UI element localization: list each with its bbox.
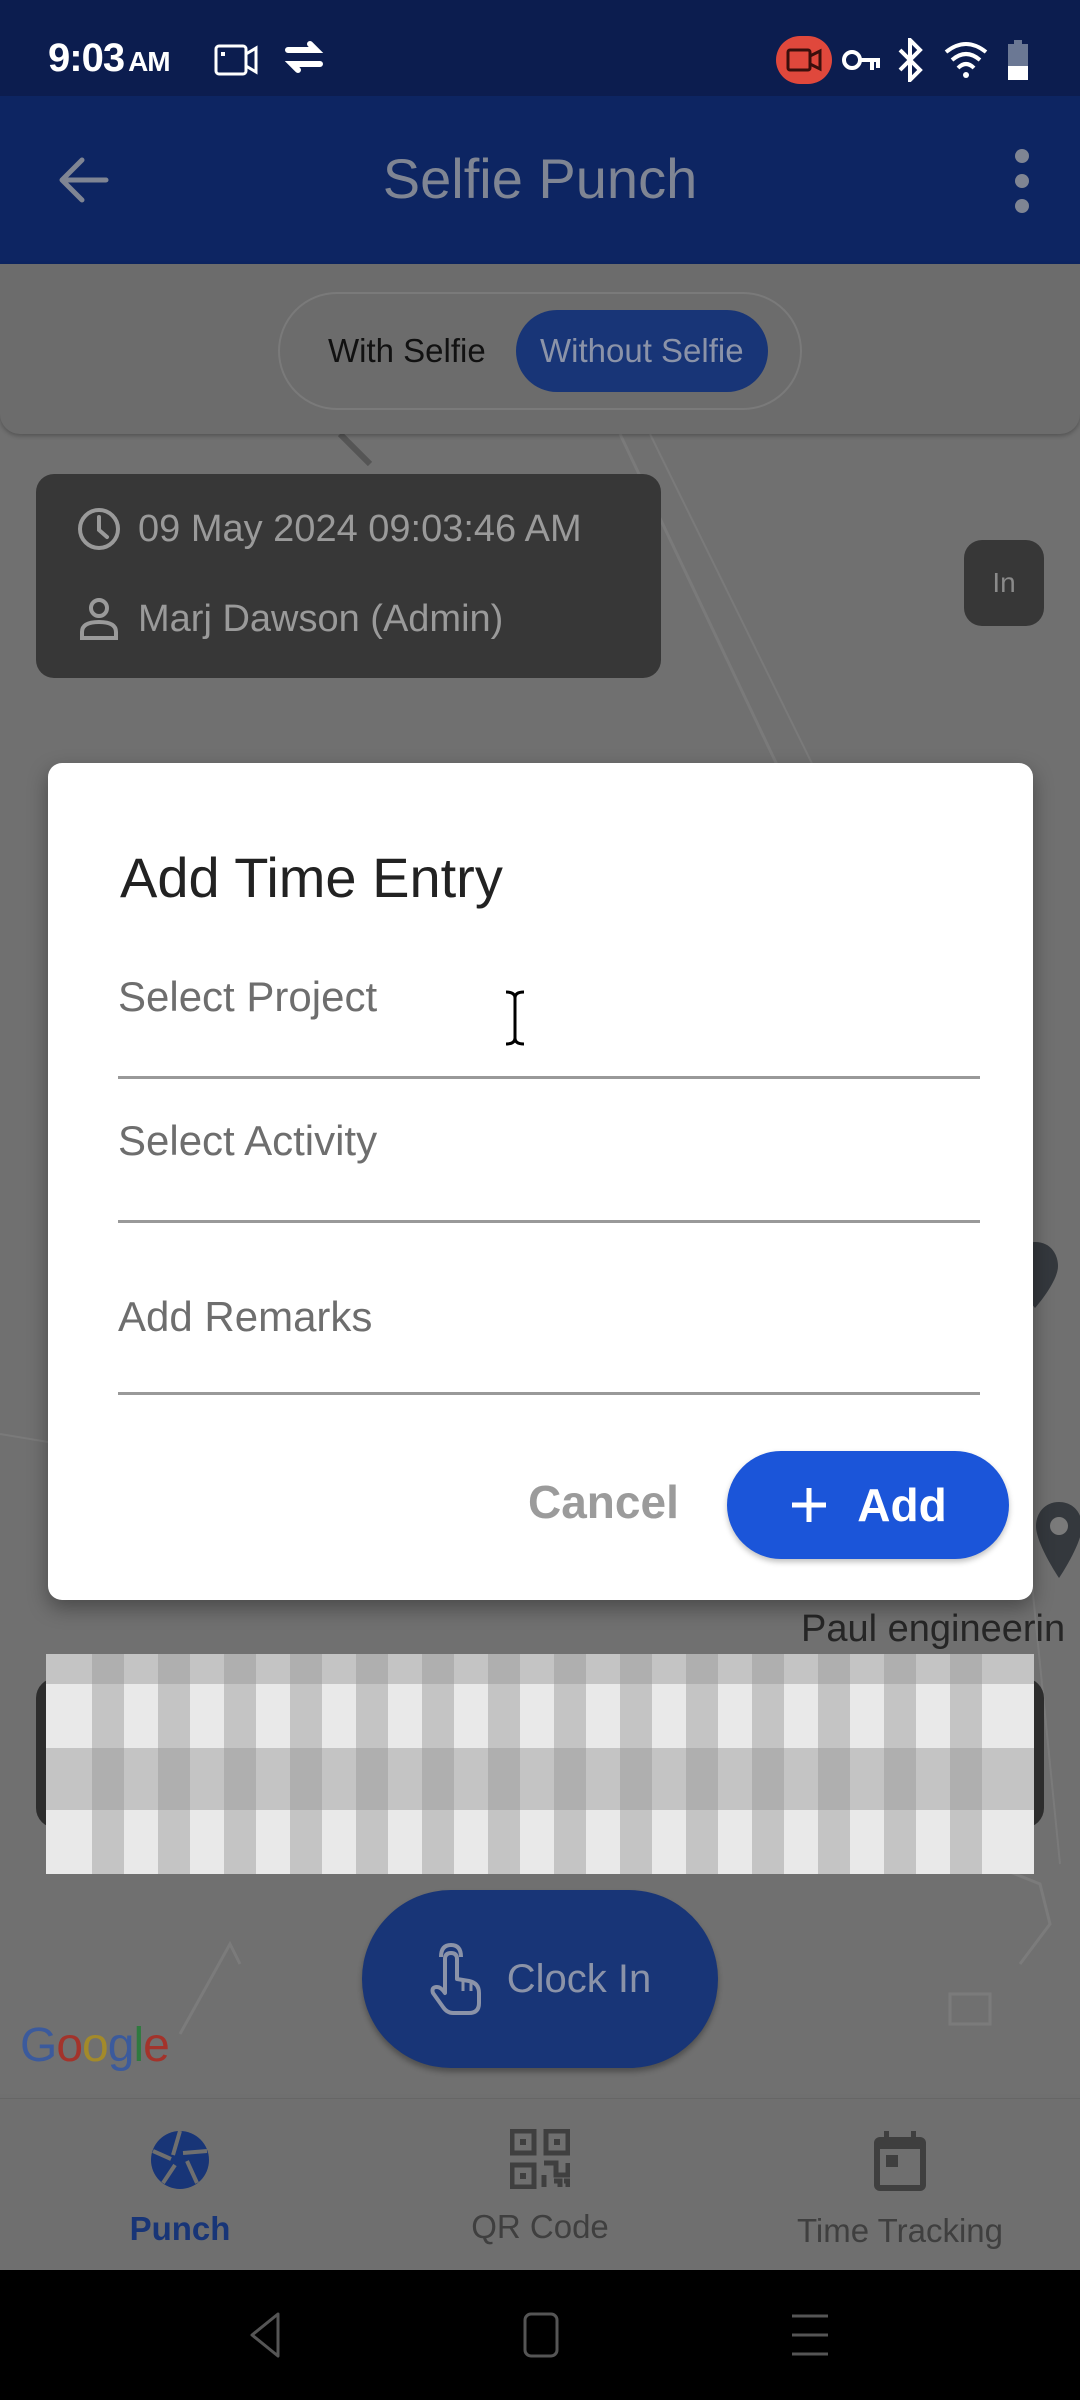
toggle-with-selfie[interactable]: With Selfie xyxy=(304,310,510,392)
clock-in-button[interactable]: Clock In xyxy=(362,1890,718,2068)
system-back-button[interactable] xyxy=(246,2310,286,2360)
person-icon xyxy=(80,598,118,640)
battery-icon xyxy=(1008,40,1028,80)
tap-hand-icon xyxy=(430,1942,481,2015)
app-bar: Selfie Punch xyxy=(0,96,1080,264)
nav-item-time-tracking[interactable]: Time Tracking xyxy=(720,2129,1080,2250)
nav-item-punch[interactable]: Punch xyxy=(0,2129,360,2248)
status-bar: 9:03 AM xyxy=(0,0,1080,96)
nav-item-qr-code[interactable]: QR Code xyxy=(360,2128,720,2246)
image-placeholder xyxy=(46,1654,1034,1874)
more-options-button[interactable] xyxy=(1004,146,1040,216)
system-home-button[interactable] xyxy=(522,2310,560,2360)
wifi-icon xyxy=(944,42,988,78)
status-badge: In xyxy=(964,540,1044,626)
datetime-row: 09 May 2024 09:03:46 AM xyxy=(76,506,582,552)
add-time-entry-dialog: Add Time Entry Select Project Select Act… xyxy=(48,763,1033,1600)
status-time-ampm: AM xyxy=(128,46,171,77)
calendar-icon xyxy=(874,2131,926,2191)
system-nav-bar xyxy=(0,2270,1080,2400)
vpn-key-icon xyxy=(842,50,880,70)
dialog-title: Add Time Entry xyxy=(120,846,503,909)
punch-info-card: 09 May 2024 09:03:46 AM Marj Dawson (Adm… xyxy=(36,474,661,678)
select-activity-field[interactable]: Select Activity xyxy=(118,1113,980,1223)
google-logo: Google xyxy=(20,2019,170,2072)
bottom-nav: Punch QR Code Time Tracking xyxy=(0,2098,1080,2270)
nav-label-punch: Punch xyxy=(129,2210,231,2247)
bluetooth-icon xyxy=(898,38,923,82)
remarks-placeholder: Add Remarks xyxy=(118,1293,373,1340)
status-time-value: 9:03 xyxy=(48,36,125,80)
select-activity-placeholder: Select Activity xyxy=(118,1117,378,1164)
toggle-without-selfie[interactable]: Without Selfie xyxy=(516,310,768,392)
remarks-field[interactable]: Add Remarks xyxy=(118,1283,980,1395)
page-title: Selfie Punch xyxy=(382,147,698,210)
location-pin-icon[interactable] xyxy=(1034,1500,1080,1580)
qr-code-icon xyxy=(509,2128,571,2190)
sync-icon xyxy=(284,41,324,73)
select-project-field[interactable]: Select Project xyxy=(118,969,980,1079)
plus-icon xyxy=(792,1488,827,1522)
select-project-placeholder: Select Project xyxy=(118,973,378,1020)
user-row: Marj Dawson (Admin) xyxy=(76,596,503,642)
clock-icon xyxy=(78,508,120,550)
punch-mode-toggle: With Selfie Without Selfie xyxy=(278,292,802,410)
nav-label-time-tracking: Time Tracking xyxy=(797,2212,1003,2249)
screen-record-icon xyxy=(214,44,258,76)
shutter-icon xyxy=(151,2130,209,2189)
status-time: 9:03 AM xyxy=(48,36,171,81)
add-button[interactable]: Add xyxy=(727,1451,1009,1559)
text-cursor-icon xyxy=(505,990,525,1046)
clock-in-label: Clock In xyxy=(506,1956,652,2001)
nav-label-qr-code: QR Code xyxy=(471,2208,609,2245)
system-recents-button[interactable] xyxy=(790,2310,830,2360)
recording-badge-icon xyxy=(776,36,832,84)
cancel-button[interactable]: Cancel xyxy=(528,1475,679,1529)
map-place-label[interactable]: Paul engineerin xyxy=(801,1608,1065,1651)
punch-user: Marj Dawson (Admin) xyxy=(138,597,504,640)
punch-datetime: 09 May 2024 09:03:46 AM xyxy=(138,507,582,550)
screen: 9:03 AM Selfie Punch With Selfie Without… xyxy=(0,0,1080,2400)
add-button-label: Add xyxy=(857,1479,947,1531)
